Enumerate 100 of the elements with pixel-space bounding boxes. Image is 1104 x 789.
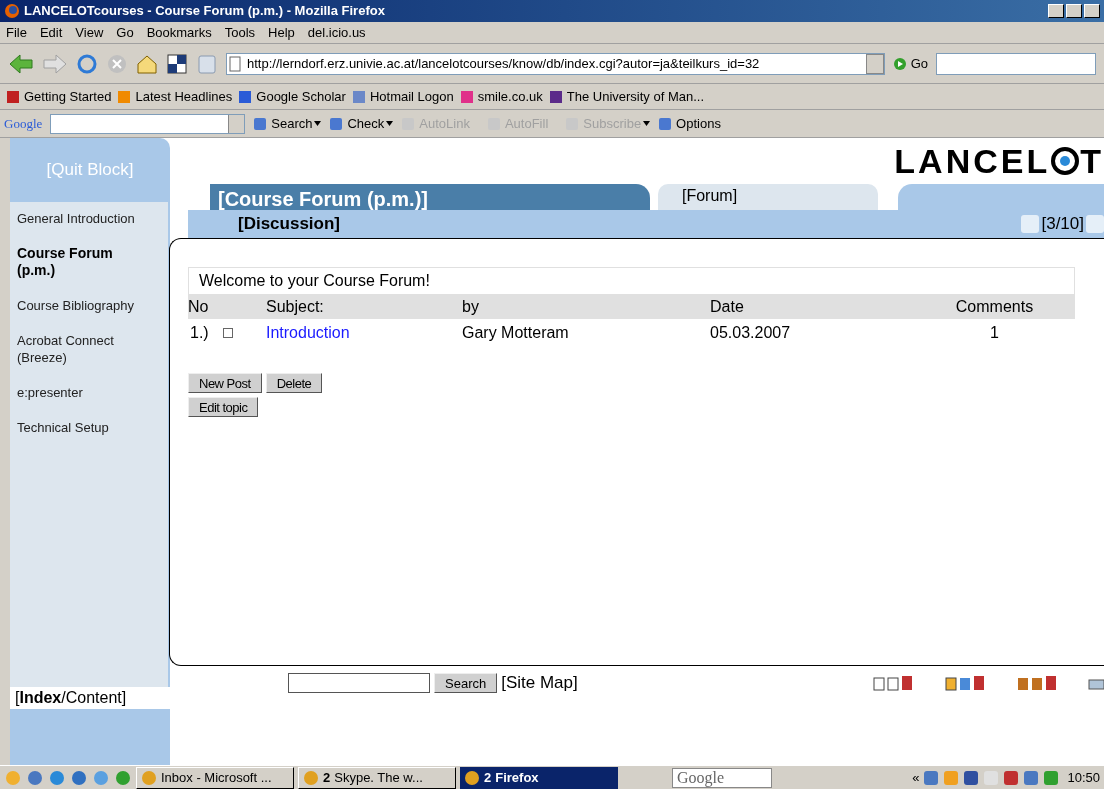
toolbar-button[interactable]: Search [253,113,313,134]
bookmark-link[interactable]: The University of Man... [548,86,705,107]
quick-launch-icon[interactable] [92,768,110,787]
bookmark-icon [459,89,474,104]
previous-button[interactable] [1021,215,1040,233]
search-field[interactable] [288,673,430,693]
quick-launch-icon[interactable] [70,768,88,787]
column-header: Comments [954,297,1035,317]
bookmark-link[interactable]: smile.co.uk [459,86,543,107]
tab[interactable]: [Course Forum (p.m.)] [210,184,650,210]
menu-item[interactable]: Go [116,22,134,43]
tray-icon[interactable] [963,769,980,786]
search-field[interactable] [50,113,246,134]
toolbar-button[interactable]: Options [658,113,721,134]
row-number: 1.) [190,323,209,343]
bookmark-link[interactable]: Getting Started [6,86,112,107]
logo-text: T [1080,140,1104,182]
taskbar-button[interactable]: 2 Skype. The w... [298,766,456,789]
quick-launch-icon[interactable] [114,768,132,787]
tray-icon[interactable] [923,769,940,786]
menu-item[interactable]: Help [268,22,295,43]
go-button[interactable]: Go [892,53,928,74]
tray-icon[interactable] [1023,769,1040,786]
column-header: No [188,297,210,317]
section-heading: [Discussion] [238,213,341,236]
url-text: http://lerndorf.erz.univie.ac.at/lancelotcourses/know/db/index.cgi?autor=ja&teilkurs_id=32 [246,54,761,73]
app-icon [303,769,319,786]
app-icon [141,769,157,786]
app-icon [464,769,480,786]
quick-launch-icon[interactable] [48,768,66,787]
nav-link[interactable]: General Introduction [17,210,142,227]
nav-link[interactable]: Acrobat Connect (Breeze) [17,332,142,366]
window-icon[interactable] [166,52,188,75]
caret-icon[interactable] [314,121,322,126]
tray-icon[interactable] [1043,769,1060,786]
stop-icon[interactable] [106,52,128,75]
taskbar-label: Skype. The w... [334,768,424,787]
bookmark-link[interactable]: Google Scholar [238,86,346,107]
table-cell: Gary Motteram [462,324,569,341]
menu-item[interactable]: File [6,22,27,43]
maximize-button[interactable] [1066,4,1082,18]
menu-item[interactable]: del.icio.us [307,22,366,43]
search-field[interactable]: Google [672,767,772,788]
bookmark-icon [548,89,563,104]
nav-link[interactable]: e:presenter [17,384,142,401]
target-icon [1050,146,1081,176]
menu-item[interactable]: Tools [224,22,256,43]
show-hidden-icons-button[interactable]: « [912,767,920,788]
search-button[interactable]: Search [434,673,498,693]
toolbar-icon [329,116,344,131]
back-icon[interactable] [8,52,34,75]
bookmark-icon [6,89,20,104]
page-icon [227,55,243,72]
taskbar-button[interactable]: Inbox - Microsoft ... [136,766,294,789]
window-count: 2 [323,768,331,787]
page-counter: [3/10] [1041,213,1084,236]
bookmark-icon [238,89,253,104]
taskbar-label: Firefox [495,768,540,787]
logo-text: LANCEL [894,140,1051,182]
form-button[interactable]: Delete [265,373,323,393]
menu-item[interactable]: Bookmarks [146,22,212,43]
address-bar[interactable]: http://lerndorf.erz.univie.ac.at/lancelotcourses/know/db/index.cgi?autor=ja&teilkurs_id=32 [226,52,885,75]
bookmark-link[interactable]: Hotmail Logon [351,86,454,107]
minimize-button[interactable] [1048,4,1064,18]
tab[interactable]: [Forum] [658,184,878,210]
nav-link[interactable]: Technical Setup [17,419,142,436]
form-button[interactable]: Edit topic [188,397,259,417]
nav-link[interactable]: Course Bibliography [17,297,142,314]
topic-link[interactable]: Introduction [266,324,350,341]
caret-icon[interactable] [386,121,394,126]
nav-link[interactable]: Course Forum (p.m.) [17,245,142,279]
tray-icon[interactable] [1003,769,1020,786]
table-cell: 1 [990,324,999,341]
tag-icon[interactable] [196,52,218,75]
window-title: LANCELOTcourses - Course Forum (p.m.) - Mozilla Firefox [24,2,386,21]
column-header: by [462,297,480,317]
menu-item[interactable]: Edit [39,22,63,43]
quick-launch-icon[interactable] [26,768,44,787]
menu-item[interactable]: View [75,22,104,43]
form-button[interactable]: New Post [188,373,262,393]
close-button[interactable] [1084,4,1100,18]
bookmark-link[interactable]: Latest Headlines [117,86,233,107]
toolbar-icon [658,116,673,131]
welcome-text: Welcome to your Course Forum! [199,271,430,291]
checkbox[interactable] [222,328,233,338]
column-header: Date [710,297,745,317]
browser-icon [4,3,20,19]
column-header: Subject: [266,297,325,317]
bookmark-icon [351,89,366,104]
toolbar-icon [253,116,268,131]
google-logo[interactable]: Google [4,113,43,134]
forward-icon[interactable] [42,52,68,75]
clock: 10:50 [1066,768,1100,787]
search-field[interactable] [936,52,1096,75]
site-map-link[interactable]: [Site Map] [501,670,578,696]
taskbar-button[interactable]: 2 Firefox [460,766,618,789]
reload-icon[interactable] [76,52,98,75]
bookmark-icon [117,89,132,104]
window-count: 2 [484,768,492,787]
toolbar-button[interactable]: Check [329,113,385,134]
